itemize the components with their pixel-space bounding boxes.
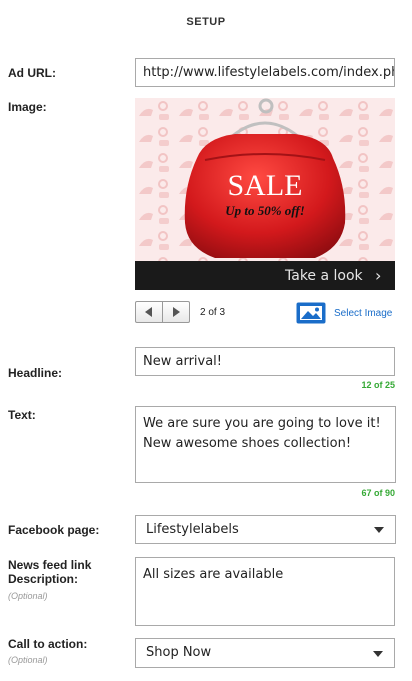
take-a-look-text: Take a look xyxy=(284,268,364,284)
news-feed-label: News feed link Description: xyxy=(8,558,91,586)
facebook-page-select[interactable]: Lifestylelabels xyxy=(135,515,396,544)
news-feed-optional-hint: (Optional) xyxy=(8,591,48,601)
text-textarea[interactable]: We are sure you are going to love it! Ne… xyxy=(135,406,396,483)
news-feed-label-line2: Description: xyxy=(8,572,79,586)
call-to-action-label: Call to action: xyxy=(8,637,88,651)
ad-url-input[interactable]: http://www.lifestylelabels.com/index.php… xyxy=(135,58,395,87)
text-label: Text: xyxy=(8,408,36,422)
ad-url-label: Ad URL: xyxy=(8,66,56,80)
headline-label: Headline: xyxy=(8,366,63,380)
headline-char-counter: 12 of 25 xyxy=(361,380,395,390)
call-to-action-value: Shop Now xyxy=(146,645,212,660)
select-image-button[interactable]: Select Image xyxy=(296,302,392,324)
sale-text: SALE xyxy=(228,169,303,202)
discount-text: Up to 50% off! xyxy=(225,203,305,218)
image-icon xyxy=(296,302,326,324)
triangle-right-icon xyxy=(173,307,180,317)
image-page-count: 2 of 3 xyxy=(200,307,226,318)
news-feed-description-textarea[interactable]: All sizes are available xyxy=(135,557,395,626)
sale-bag-image: SALE Up to 50% off! Take a look › xyxy=(135,98,395,290)
text-char-counter: 67 of 90 xyxy=(361,488,395,498)
image-pager xyxy=(135,301,190,323)
caret-down-icon xyxy=(374,527,384,533)
call-to-action-select[interactable]: Shop Now xyxy=(135,638,395,668)
facebook-page-label: Facebook page: xyxy=(8,523,100,537)
facebook-page-value: Lifestylelabels xyxy=(146,522,239,537)
news-feed-label-line1: News feed link xyxy=(8,558,92,572)
headline-input[interactable]: New arrival! xyxy=(135,347,395,376)
page-title: SETUP xyxy=(186,16,226,28)
next-image-button[interactable] xyxy=(162,302,189,322)
image-label: Image: xyxy=(8,100,47,114)
triangle-left-icon xyxy=(145,307,152,317)
chevron-right-icon: › xyxy=(375,266,381,285)
call-to-action-optional-hint: (Optional) xyxy=(8,655,48,665)
ad-image-preview: SALE Up to 50% off! Take a look › xyxy=(135,98,395,290)
caret-down-icon xyxy=(373,651,383,657)
select-image-label: Select Image xyxy=(334,307,393,319)
prev-image-button[interactable] xyxy=(136,302,162,322)
